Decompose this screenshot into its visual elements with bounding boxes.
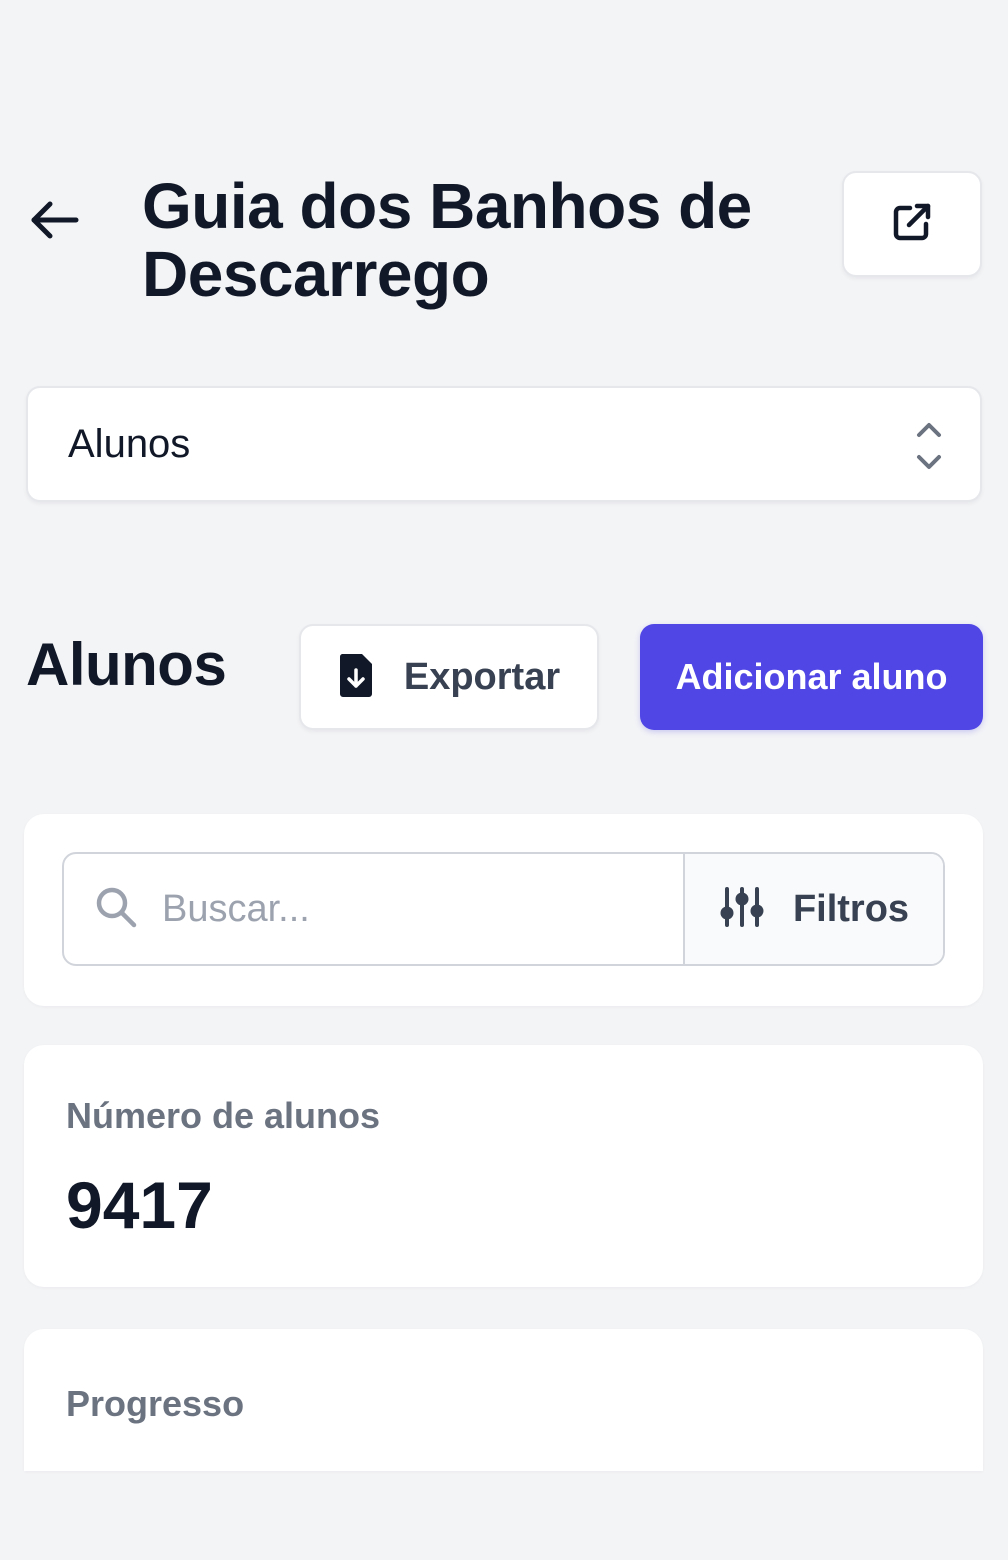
section-select[interactable]: Alunos: [26, 386, 982, 502]
search-group: Filtros: [62, 852, 945, 966]
page: Guia dos Banhos de Descarrego Alunos Alu…: [0, 0, 1008, 1560]
students-count-label: Número de alunos: [66, 1095, 381, 1136]
sliders-icon: [719, 885, 765, 934]
filters-button-label: Filtros: [792, 887, 910, 930]
progress-label: Progresso: [66, 1383, 245, 1424]
chevron-up-down-icon: [914, 420, 944, 472]
page-title: Guia dos Banhos de Descarrego: [142, 170, 752, 310]
search-card: Filtros: [24, 814, 983, 1006]
search-input[interactable]: [162, 887, 642, 931]
export-button[interactable]: Exportar: [299, 624, 599, 730]
arrow-left-icon: [26, 196, 82, 249]
add-student-button[interactable]: Adicionar aluno: [640, 624, 983, 730]
section-title: Alunos: [26, 631, 227, 698]
top-bar: [0, 0, 1008, 118]
export-button-label: Exportar: [403, 655, 561, 698]
progress-card: Progresso: [24, 1329, 983, 1471]
search-field[interactable]: [64, 854, 683, 964]
add-student-button-label: Adicionar aluno: [675, 656, 948, 697]
search-icon: [94, 885, 138, 934]
open-external-button[interactable]: [842, 171, 982, 277]
back-button[interactable]: [22, 190, 86, 254]
file-download-icon: [338, 652, 374, 703]
filters-button[interactable]: Filtros: [683, 854, 943, 964]
students-stat-card: Número de alunos 9417: [24, 1045, 983, 1287]
external-link-icon: [890, 200, 934, 249]
section-select-value: Alunos: [68, 421, 191, 466]
students-count-value: 9417: [66, 1168, 213, 1242]
